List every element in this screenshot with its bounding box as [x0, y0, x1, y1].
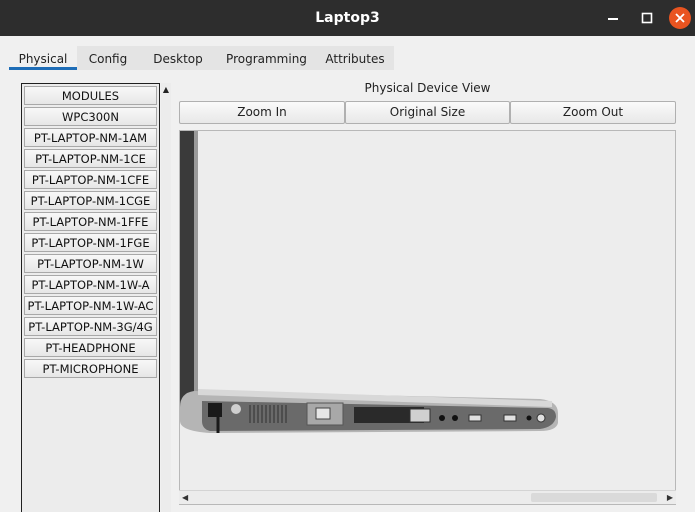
module-item-headphone[interactable]: PT-HEADPHONE: [24, 338, 157, 357]
module-item-1w-a[interactable]: PT-LAPTOP-NM-1W-A: [24, 275, 157, 294]
close-icon: [675, 13, 685, 23]
module-item-1cge[interactable]: PT-LAPTOP-NM-1CGE: [24, 191, 157, 210]
minimize-button[interactable]: [602, 7, 624, 29]
original-size-button[interactable]: Original Size: [345, 101, 510, 124]
tab-physical[interactable]: Physical: [9, 46, 77, 70]
maximize-icon: [641, 12, 653, 24]
module-item-1ce[interactable]: PT-LAPTOP-NM-1CE: [24, 149, 157, 168]
module-item-modules[interactable]: MODULES: [24, 86, 157, 105]
module-item-1w[interactable]: PT-LAPTOP-NM-1W: [24, 254, 157, 273]
arrow-up-icon[interactable]: ▲: [161, 85, 171, 95]
physical-tab-content: MODULES WPC300N PT-LAPTOP-NM-1AM PT-LAPT…: [10, 73, 695, 512]
tab-desktop[interactable]: Desktop: [139, 46, 217, 70]
modules-scrollbar[interactable]: ▲: [161, 83, 171, 512]
zoom-out-button[interactable]: Zoom Out: [510, 101, 676, 124]
module-item-1fge[interactable]: PT-LAPTOP-NM-1FGE: [24, 233, 157, 252]
tab-programming[interactable]: Programming: [217, 46, 316, 70]
scrollbar-thumb[interactable]: [531, 493, 657, 502]
arrow-right-icon[interactable]: ▶: [667, 493, 673, 502]
minimize-icon: [608, 18, 618, 20]
title-bar: Laptop3: [0, 0, 695, 36]
arrow-left-icon[interactable]: ◀: [182, 493, 188, 502]
module-item-wpc300n[interactable]: WPC300N: [24, 107, 157, 126]
physical-view-title: Physical Device View: [364, 81, 491, 95]
tab-config[interactable]: Config: [77, 46, 139, 70]
module-item-3g-4g[interactable]: PT-LAPTOP-NM-3G/4G: [24, 317, 157, 336]
module-item-1cfe[interactable]: PT-LAPTOP-NM-1CFE: [24, 170, 157, 189]
tab-attributes[interactable]: Attributes: [316, 46, 394, 70]
canvas-horizontal-scrollbar[interactable]: ◀ ▶: [179, 490, 676, 504]
modules-list: MODULES WPC300N PT-LAPTOP-NM-1AM PT-LAPT…: [21, 83, 160, 512]
physical-device-canvas[interactable]: [179, 130, 676, 505]
zoom-in-button[interactable]: Zoom In: [179, 101, 345, 124]
window-title: Laptop3: [315, 10, 380, 26]
module-item-microphone[interactable]: PT-MICROPHONE: [24, 359, 157, 378]
laptop-side-image: [180, 131, 558, 433]
maximize-button[interactable]: [636, 7, 658, 29]
close-button[interactable]: [669, 7, 691, 29]
module-item-1ffe[interactable]: PT-LAPTOP-NM-1FFE: [24, 212, 157, 231]
module-item-1w-ac[interactable]: PT-LAPTOP-NM-1W-AC: [24, 296, 157, 315]
module-item-1am[interactable]: PT-LAPTOP-NM-1AM: [24, 128, 157, 147]
